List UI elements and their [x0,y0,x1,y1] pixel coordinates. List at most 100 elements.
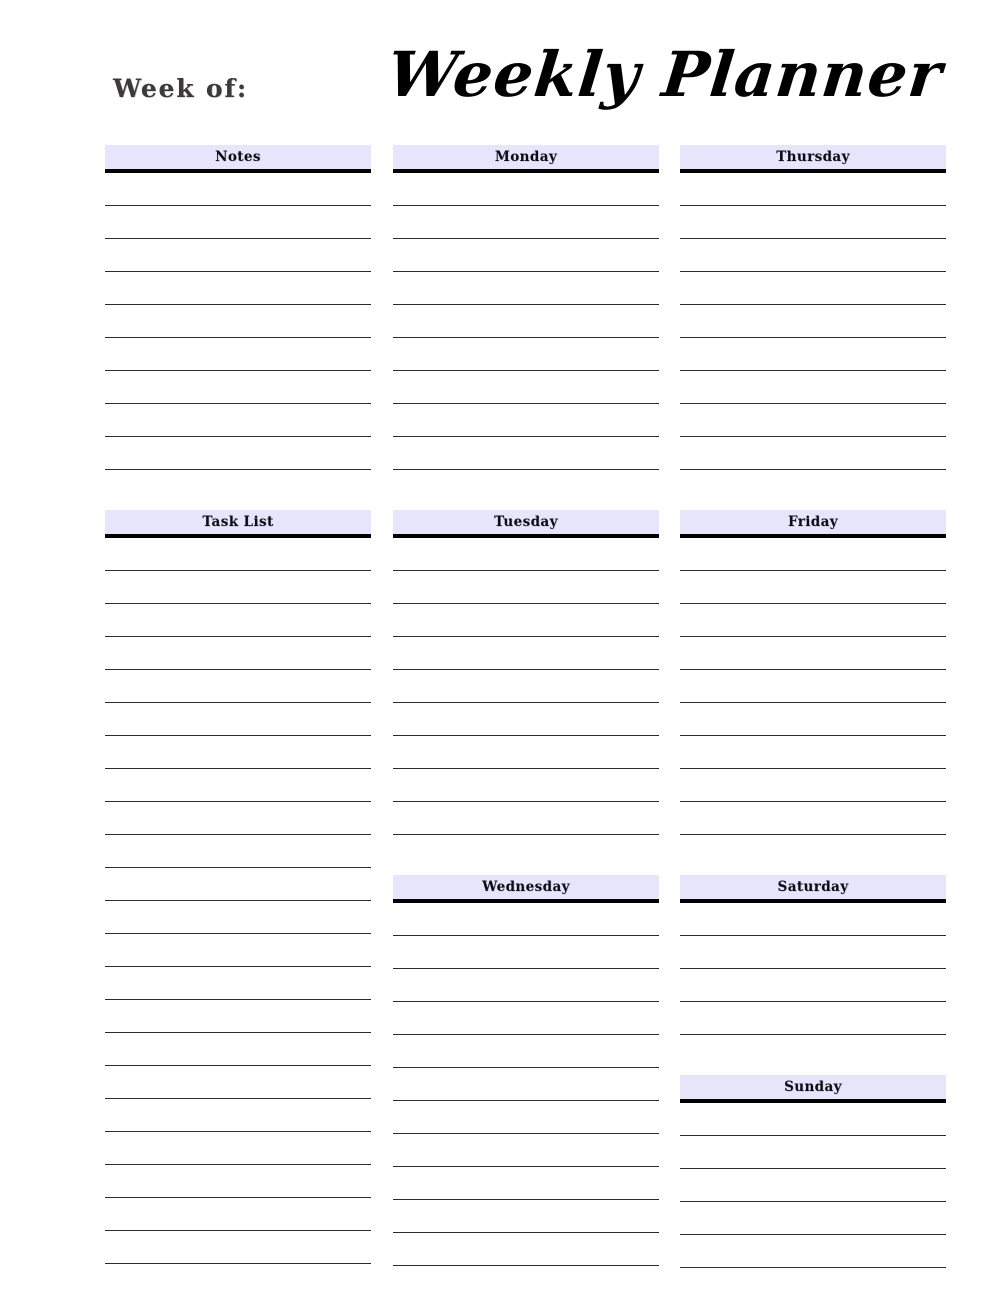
write-line[interactable] [105,967,371,1000]
write-line[interactable] [105,934,371,967]
write-line[interactable] [105,404,371,437]
write-line[interactable] [680,538,946,571]
write-lines-notes[interactable] [105,173,371,470]
write-line[interactable] [393,305,659,338]
write-line[interactable] [680,272,946,305]
write-line[interactable] [393,936,659,969]
write-line[interactable] [105,670,371,703]
write-line[interactable] [680,670,946,703]
write-line[interactable] [680,173,946,206]
write-line[interactable] [393,404,659,437]
write-line[interactable] [680,371,946,404]
write-line[interactable] [393,802,659,835]
write-line[interactable] [105,338,371,371]
write-line[interactable] [680,338,946,371]
write-line[interactable] [393,1200,659,1233]
write-lines-tuesday[interactable] [393,538,659,835]
write-lines-thursday[interactable] [680,173,946,470]
write-line[interactable] [393,1101,659,1134]
write-line[interactable] [393,338,659,371]
write-line[interactable] [393,437,659,470]
write-line[interactable] [680,1202,946,1235]
write-line[interactable] [680,404,946,437]
write-line[interactable] [393,538,659,571]
write-line[interactable] [105,1132,371,1165]
write-line[interactable] [105,571,371,604]
section-sunday: Sunday [680,1075,946,1268]
write-line[interactable] [393,1233,659,1266]
write-line[interactable] [105,703,371,736]
write-line[interactable] [680,969,946,1002]
write-line[interactable] [680,703,946,736]
write-line[interactable] [680,206,946,239]
write-line[interactable] [680,1136,946,1169]
write-line[interactable] [105,604,371,637]
write-lines-monday[interactable] [393,173,659,470]
write-lines-wednesday[interactable] [393,903,659,1266]
write-line[interactable] [680,239,946,272]
write-line[interactable] [680,1002,946,1035]
write-lines-saturday[interactable] [680,903,946,1035]
write-line[interactable] [105,272,371,305]
write-line[interactable] [393,239,659,272]
write-line[interactable] [105,1231,371,1264]
write-line[interactable] [680,802,946,835]
write-line[interactable] [393,571,659,604]
write-line[interactable] [393,1167,659,1200]
write-line[interactable] [393,1035,659,1068]
write-line[interactable] [393,670,659,703]
write-line[interactable] [393,736,659,769]
write-line[interactable] [680,437,946,470]
write-line[interactable] [393,371,659,404]
write-line[interactable] [680,1235,946,1268]
write-line[interactable] [680,903,946,936]
write-line[interactable] [105,239,371,272]
write-line[interactable] [393,703,659,736]
write-line[interactable] [393,272,659,305]
write-line[interactable] [680,736,946,769]
write-line[interactable] [393,769,659,802]
write-line[interactable] [393,173,659,206]
write-line[interactable] [105,206,371,239]
write-line[interactable] [680,571,946,604]
write-line[interactable] [105,637,371,670]
section-header-tuesday: Tuesday [393,510,659,538]
write-line[interactable] [393,1068,659,1101]
write-line[interactable] [105,1165,371,1198]
write-line[interactable] [105,538,371,571]
write-line[interactable] [680,1169,946,1202]
write-lines-task-list[interactable] [105,538,371,1264]
write-line[interactable] [393,903,659,936]
write-line[interactable] [680,1103,946,1136]
write-line[interactable] [105,769,371,802]
write-line[interactable] [105,1198,371,1231]
write-line[interactable] [393,604,659,637]
write-line[interactable] [393,637,659,670]
write-line[interactable] [680,604,946,637]
write-line[interactable] [393,1002,659,1035]
write-line[interactable] [680,305,946,338]
write-line[interactable] [105,1099,371,1132]
write-line[interactable] [105,868,371,901]
write-line[interactable] [105,736,371,769]
write-line[interactable] [105,835,371,868]
write-line[interactable] [680,637,946,670]
write-line[interactable] [105,173,371,206]
write-line[interactable] [105,437,371,470]
write-line[interactable] [105,305,371,338]
section-saturday: Saturday [680,875,946,1035]
write-line[interactable] [105,371,371,404]
write-line[interactable] [393,206,659,239]
write-line[interactable] [105,901,371,934]
write-line[interactable] [105,802,371,835]
write-line[interactable] [105,1000,371,1033]
write-line[interactable] [680,936,946,969]
write-line[interactable] [105,1066,371,1099]
write-line[interactable] [680,769,946,802]
write-lines-friday[interactable] [680,538,946,835]
write-lines-sunday[interactable] [680,1103,946,1268]
write-line[interactable] [105,1033,371,1066]
section-wednesday: Wednesday [393,875,659,1266]
write-line[interactable] [393,1134,659,1167]
write-line[interactable] [393,969,659,1002]
